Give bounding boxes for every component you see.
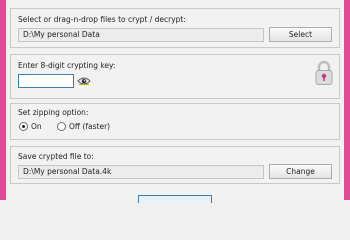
app-window: Select or drag-n-drop files to crypt / d… (0, 0, 350, 203)
lock-icon (315, 60, 333, 85)
window-border-right (344, 0, 350, 200)
save-path-field[interactable]: D:\My personal Data.4k (18, 165, 264, 179)
zip-on-radio[interactable] (19, 122, 28, 131)
crypting-key-label: Enter 8-digit crypting key: (18, 61, 116, 70)
crypting-key-input[interactable] (18, 74, 74, 88)
zipping-option-label: Set zipping option: (18, 108, 89, 117)
save-file-panel: Save crypted file to: D:\My personal Dat… (10, 146, 340, 184)
zipping-option-panel: Set zipping option: On Off (faster) (10, 103, 340, 140)
eye-icon[interactable] (77, 76, 91, 86)
crypt-file-panel: Select or drag-n-drop files to crypt / d… (10, 8, 340, 48)
zip-on-option[interactable]: On (19, 122, 42, 131)
crypt-file-label: Select or drag-n-drop files to crypt / d… (18, 15, 186, 24)
change-button[interactable]: Change (269, 164, 332, 179)
zip-off-label: Off (faster) (69, 122, 111, 131)
window-border-left (0, 0, 6, 200)
zip-off-radio[interactable] (57, 122, 66, 131)
crypting-key-panel: Enter 8-digit crypting key: (10, 54, 340, 99)
save-file-label: Save crypted file to: (18, 152, 94, 161)
zip-off-option[interactable]: Off (faster) (57, 122, 110, 131)
select-button[interactable]: Select (269, 27, 332, 42)
bottom-action-button[interactable] (138, 195, 212, 203)
zip-on-label: On (31, 122, 42, 131)
crypt-path-field[interactable]: D:\My personal Data (18, 28, 264, 42)
